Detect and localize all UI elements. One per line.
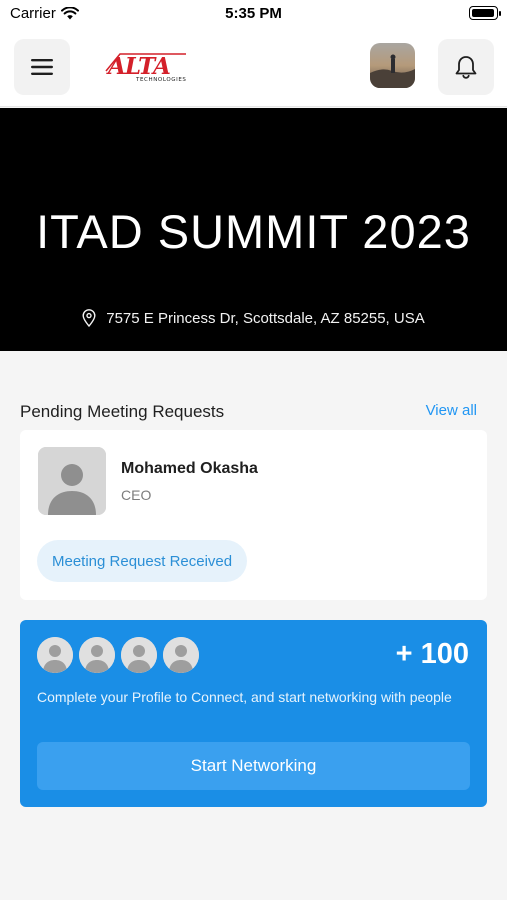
bell-icon — [455, 56, 477, 79]
avatar-stack — [37, 637, 199, 673]
event-location-text: 7575 E Princess Dr, Scottsdale, AZ 85255… — [106, 309, 425, 327]
menu-button[interactable] — [14, 39, 70, 95]
event-banner: ITAD SUMMIT 2023 7575 E Princess Dr, Sco… — [0, 108, 507, 351]
profile-avatar-button[interactable] — [370, 43, 415, 88]
logo-word: ALTA — [106, 53, 170, 80]
user-placeholder-icon — [37, 637, 73, 673]
location-pin-icon — [82, 309, 96, 327]
user-placeholder-icon — [163, 637, 199, 673]
user-placeholder-icon — [79, 637, 115, 673]
attendee-count: + 100 — [395, 638, 469, 670]
pending-requests-title: Pending Meeting Requests — [20, 402, 225, 421]
battery-icon — [469, 6, 501, 20]
event-location: 7575 E Princess Dr, Scottsdale, AZ 85255… — [0, 309, 507, 327]
alta-logo: ALTA TECHNOLOGIES — [104, 50, 188, 84]
clock: 5:35 PM — [225, 5, 282, 22]
app-header: ALTA TECHNOLOGIES — [0, 26, 507, 107]
status-bar: Carrier 5:35 PM — [0, 0, 507, 26]
requester-role: CEO — [121, 487, 152, 503]
start-networking-button[interactable]: Start Networking — [37, 742, 470, 790]
networking-description: Complete your Profile to Connect, and st… — [37, 689, 452, 705]
logo-sub: TECHNOLOGIES — [135, 77, 187, 83]
networking-card: + 100 Complete your Profile to Connect, … — [20, 620, 487, 807]
notifications-button[interactable] — [438, 39, 494, 95]
requester-avatar — [38, 447, 106, 515]
view-all-link[interactable]: View all — [426, 402, 477, 419]
profile-avatar — [370, 43, 415, 88]
menu-icon — [31, 59, 53, 75]
meeting-request-card[interactable]: Mohamed Okasha CEO Meeting Request Recei… — [20, 430, 487, 600]
user-placeholder-icon — [38, 447, 106, 515]
event-title: ITAD SUMMIT 2023 — [36, 205, 471, 258]
requester-name: Mohamed Okasha — [121, 460, 258, 477]
user-placeholder-icon — [121, 637, 157, 673]
request-status-badge[interactable]: Meeting Request Received — [37, 540, 248, 582]
